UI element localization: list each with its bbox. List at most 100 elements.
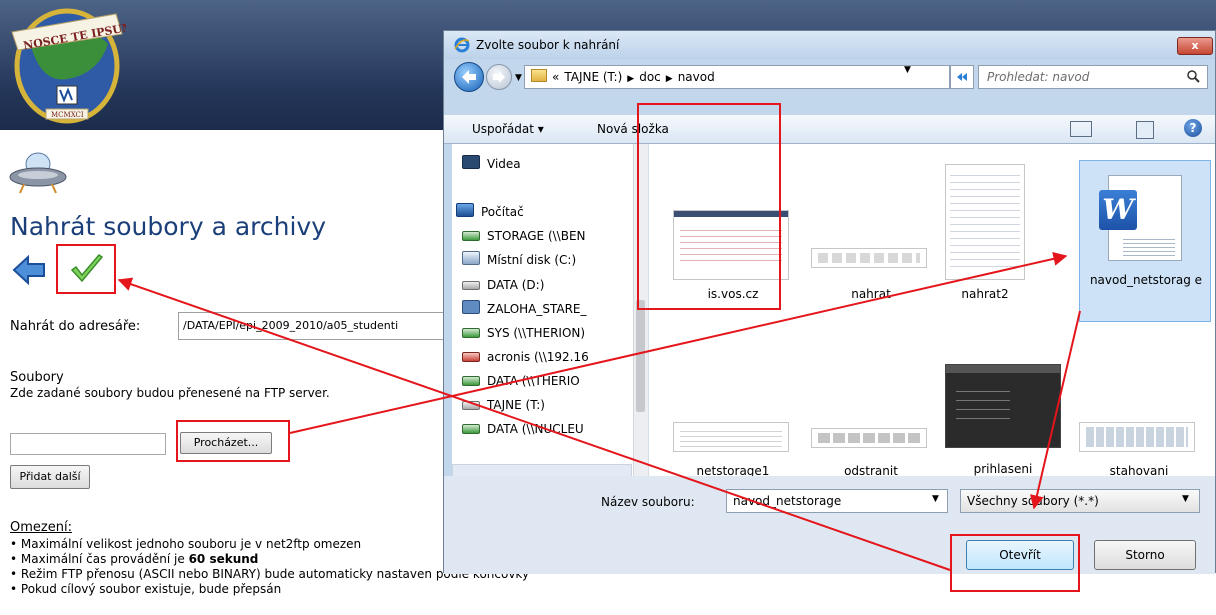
chevron-right-icon[interactable]: ▶: [627, 74, 634, 84]
dialog-navigation-bar: ▼ « TAJNE (T:) ▶ doc ▶ navod ▼ Prohledat: nav…: [444, 59, 1215, 95]
limit-item: Pokud cílový soubor existuje, bude přeps…: [10, 582, 529, 597]
limits-title: Omezení:: [10, 520, 72, 535]
dialog-title: Zvolte soubor k nahrání: [476, 38, 620, 52]
organize-menu[interactable]: Uspořádat ▾: [472, 122, 544, 136]
dialog-titlebar: Zvolte soubor k nahrání x: [444, 31, 1215, 59]
nav-item-acronis[interactable]: acronis (\\192.16: [462, 346, 589, 368]
file-thumbnail: [811, 428, 927, 448]
file-name: stahovani: [1109, 464, 1169, 476]
selected-file-highlight-box: [637, 103, 781, 310]
nav-item-pocitac[interactable]: Počítač: [456, 201, 524, 223]
nav-item-label: DATA (\\NUCLEU: [487, 422, 584, 436]
target-directory-label: Nahrát do adresáře:: [10, 319, 141, 334]
forward-icon: [493, 71, 505, 83]
nav-item-storage[interactable]: STORAGE (\\BEN: [462, 225, 586, 247]
file-name: nahrat2: [961, 287, 1009, 301]
nav-item-sys[interactable]: SYS (\\THERION): [462, 322, 585, 344]
refresh-icon: [957, 73, 967, 81]
file-name: navod_netstorag e: [1089, 273, 1203, 287]
file-name: netstorage1: [696, 464, 770, 476]
file-thumbnail: [945, 164, 1025, 280]
selected-nav-highlight: [452, 464, 632, 476]
nav-item-label: Videa: [487, 157, 521, 171]
change-view-icon[interactable]: [1070, 121, 1092, 137]
checkmark-icon: [70, 254, 104, 283]
file-thumbnail: [945, 364, 1061, 448]
nav-item-label: DATA (\\THERIO: [487, 374, 580, 388]
local-disk-icon: [462, 251, 480, 265]
computer-icon: [456, 203, 474, 217]
page-title: Nahrát soubory a archivy: [10, 212, 327, 241]
files-section-title: Soubory: [10, 370, 64, 385]
file-item-selected[interactable]: W navod_netstorag e: [1079, 160, 1211, 322]
drive-icon: [462, 401, 480, 410]
network-drive-icon: [462, 424, 480, 434]
disconnected-drive-icon: [462, 352, 480, 362]
nav-item-zaloha[interactable]: ZALOHA_STARE_: [462, 298, 587, 320]
nav-item-data-therion[interactable]: DATA (\\THERIO: [462, 370, 580, 392]
recent-locations-dropdown-icon[interactable]: ▼: [515, 73, 522, 83]
nav-forward-button[interactable]: [486, 64, 512, 90]
address-prefix[interactable]: «: [552, 70, 559, 84]
file-thumbnail: [811, 248, 927, 268]
browse-button[interactable]: Procházet...: [180, 432, 272, 454]
target-directory-input[interactable]: /DATA/EPI/epi_2009_2010/a05_studenti: [178, 312, 468, 340]
address-dropdown-icon[interactable]: ▼: [904, 65, 911, 75]
search-icon[interactable]: [1186, 69, 1200, 83]
logo-year: MCMXCI: [51, 111, 84, 119]
folder-icon: [531, 69, 547, 82]
school-logo: NOSCE TE IPSUM MCMXCI: [11, 8, 126, 124]
dialog-close-button[interactable]: x: [1177, 37, 1213, 55]
nav-item-label: acronis (\\192.16: [487, 350, 589, 364]
nav-item-videa[interactable]: Videa: [462, 153, 521, 175]
refresh-button[interactable]: [950, 65, 974, 89]
word-document-icon: W: [1099, 175, 1182, 261]
nav-item-label: STORAGE (\\BEN: [487, 229, 586, 243]
breadcrumb-item[interactable]: navod: [678, 70, 715, 84]
back-icon: [462, 70, 476, 84]
search-input[interactable]: Prohledat: navod: [978, 65, 1208, 89]
video-icon: [462, 155, 480, 169]
navigation-pane: Videa Počítač STORAGE (\\BEN Místní disk…: [452, 144, 649, 476]
nav-item-label: SYS (\\THERION): [487, 326, 586, 340]
nav-item-label: Místní disk (C:): [487, 253, 577, 267]
ufo-icon: [9, 152, 67, 194]
preview-pane-icon[interactable]: [1136, 121, 1154, 139]
file-path-input[interactable]: [10, 433, 166, 455]
backup-drive-icon: [462, 300, 480, 314]
nav-item-label: ZALOHA_STARE_: [487, 302, 587, 316]
filter-dropdown-icon[interactable]: ▼: [1182, 494, 1189, 504]
filename-label: Název souboru:: [601, 495, 695, 509]
breadcrumb-item[interactable]: doc: [639, 70, 661, 84]
ie-icon: [454, 37, 470, 53]
back-arrow-icon[interactable]: [12, 254, 46, 286]
network-drive-icon: [462, 376, 480, 386]
nav-item-label: Počítač: [481, 205, 524, 219]
nav-item-label: TAJNE (T:): [487, 398, 545, 412]
nav-item-local-disk-c[interactable]: Místní disk (C:): [462, 249, 576, 271]
help-icon[interactable]: ?: [1184, 119, 1202, 137]
nav-item-data-d[interactable]: DATA (D:): [462, 274, 544, 296]
filename-dropdown-icon[interactable]: ▼: [932, 494, 939, 504]
drive-icon: [462, 281, 480, 290]
file-open-dialog: Zvolte soubor k nahrání x ▼ « TAJNE (T:) ▶…: [443, 30, 1216, 592]
confirm-checkmark-button[interactable]: [56, 244, 116, 294]
open-button[interactable]: Otevřít: [966, 540, 1074, 570]
nav-item-tajne[interactable]: TAJNE (T:): [462, 394, 545, 416]
add-more-button[interactable]: Přidat další: [10, 465, 90, 489]
files-section-description: Zde zadané soubory budou přenesené na FT…: [10, 386, 330, 400]
address-bar[interactable]: « TAJNE (T:) ▶ doc ▶ navod: [524, 65, 950, 89]
file-thumbnail: [673, 422, 789, 452]
filename-input[interactable]: navod_netstorage: [726, 489, 948, 513]
dialog-toolbar: Uspořádat ▾ Nová složka ?: [444, 115, 1215, 144]
nav-item-label: DATA (D:): [487, 278, 545, 292]
network-drive-icon: [462, 328, 480, 338]
file-type-filter[interactable]: Všechny soubory (*.*): [960, 489, 1200, 513]
nav-scrollbar-thumb[interactable]: [636, 300, 645, 412]
cancel-button[interactable]: Storno: [1094, 540, 1196, 570]
nav-back-button[interactable]: [454, 62, 484, 92]
nav-item-data-nucleu[interactable]: DATA (\\NUCLEU: [462, 418, 584, 440]
word-logo-icon: W: [1099, 190, 1137, 230]
chevron-right-icon[interactable]: ▶: [666, 74, 673, 84]
breadcrumb-item[interactable]: TAJNE (T:): [564, 70, 622, 84]
